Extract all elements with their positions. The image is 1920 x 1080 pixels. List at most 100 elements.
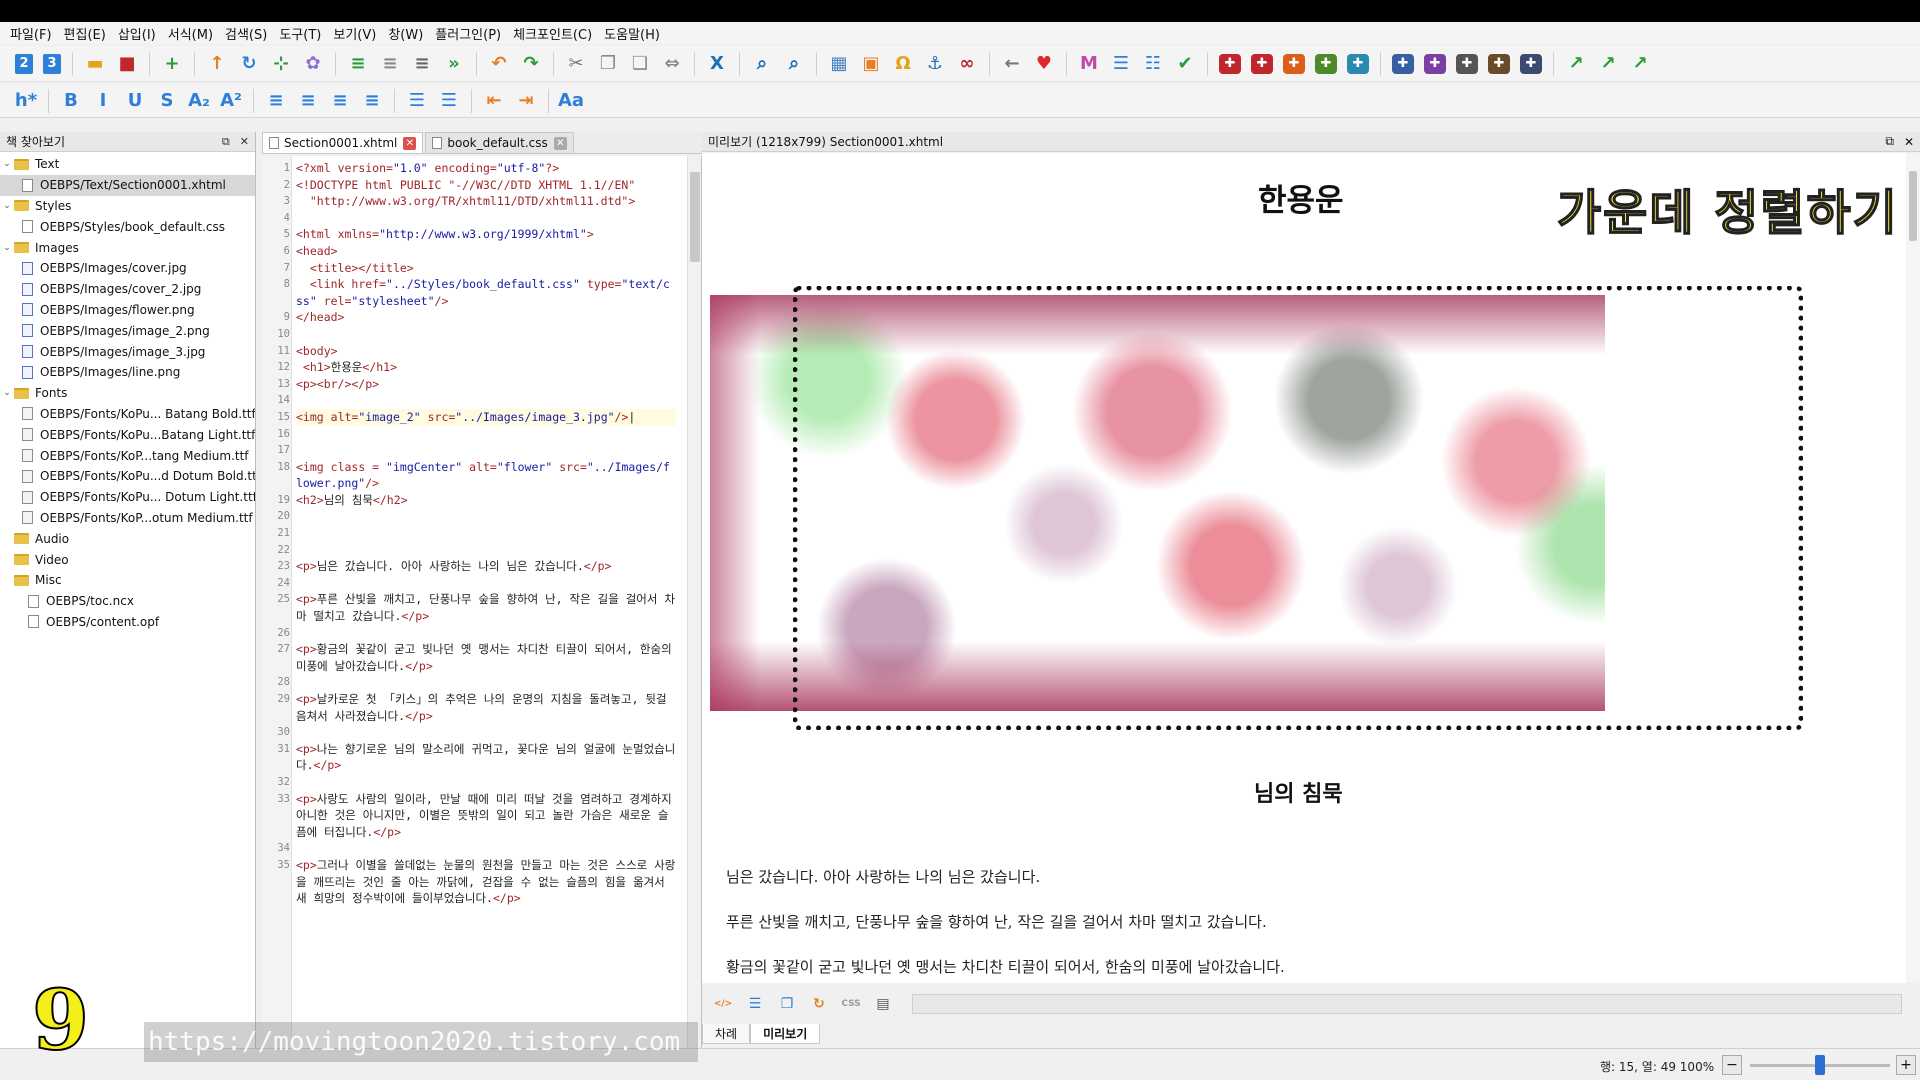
menu-item[interactable]: 검색(S) bbox=[219, 24, 273, 43]
code-line[interactable]: 34 bbox=[277, 840, 676, 857]
bold-button[interactable]: B bbox=[57, 87, 85, 115]
print-icon[interactable]: ▤ bbox=[870, 991, 896, 1017]
list-button[interactable]: ☰ bbox=[1107, 50, 1135, 78]
settings-button[interactable]: ✿ bbox=[299, 50, 327, 78]
split-button[interactable]: ≡ bbox=[344, 50, 372, 78]
insert-button[interactable]: ⊹ bbox=[267, 50, 295, 78]
tree-item[interactable]: OEBPS/Fonts/KoPu...Batang Light.ttf bbox=[0, 424, 255, 445]
copy-view-icon[interactable]: ❐ bbox=[774, 991, 800, 1017]
tree-item[interactable]: OEBPS/Fonts/KoPu... Batang Bold.ttf bbox=[0, 404, 255, 425]
code-line[interactable]: 9 </head> bbox=[284, 309, 676, 326]
tree-item[interactable]: OEBPS/Styles/book_default.css bbox=[0, 216, 255, 237]
tab-preview[interactable]: 미리보기 bbox=[750, 1024, 821, 1044]
tree-item[interactable]: ⌄ Fonts bbox=[0, 383, 255, 404]
tree-item[interactable]: Misc bbox=[0, 570, 255, 591]
metadata-button[interactable]: ▦ bbox=[825, 50, 853, 78]
number-2-button[interactable]: 2 bbox=[15, 53, 33, 74]
code-line[interactable]: 31 <p>나는 향기로운 님의 말소리에 귀먹고, 꽃다운 님의 얼굴에 눈멀었… bbox=[277, 741, 676, 774]
code-editor[interactable]: 1 <?xml version="1.0" encoding="utf-8"?> 2… bbox=[262, 156, 702, 1048]
align-left-button[interactable]: ≡ bbox=[262, 87, 290, 115]
code-line[interactable]: 13 <p><br/></p> bbox=[277, 376, 676, 393]
insert-image-button[interactable]: ▣ bbox=[857, 50, 885, 78]
tree-item[interactable]: OEBPS/Fonts/KoP...otum Medium.ttf bbox=[0, 508, 255, 529]
code-line[interactable]: 3 "http://www.w3.org/TR/xhtml11/DTD/xhtm… bbox=[284, 193, 676, 210]
heading-button[interactable]: h* bbox=[12, 87, 40, 115]
code-line[interactable]: 10 bbox=[277, 326, 676, 343]
merge-button[interactable]: ≡ bbox=[376, 50, 404, 78]
menu-item[interactable]: 도구(T) bbox=[273, 24, 327, 43]
tree-item[interactable]: OEBPS/Fonts/KoPu... Dotum Light.ttf bbox=[0, 487, 255, 508]
zoom-out-button[interactable]: − bbox=[1722, 1055, 1742, 1075]
tree-item[interactable]: OEBPS/Fonts/KoPu...d Dotum Bold.ttf bbox=[0, 466, 255, 487]
plugin-4-button[interactable]: ✚ bbox=[1315, 53, 1337, 74]
underline-button[interactable]: U bbox=[121, 87, 149, 115]
tree-item[interactable]: ⌄ Styles bbox=[0, 196, 255, 217]
align-center-button[interactable]: ≡ bbox=[294, 87, 322, 115]
code-line[interactable]: 30 bbox=[277, 724, 676, 741]
code-line[interactable]: 2 <!DOCTYPE html PUBLIC "-//W3C//DTD XHTM… bbox=[284, 177, 676, 194]
editor-tab[interactable]: book_default.css ✕ bbox=[425, 132, 574, 153]
code-line[interactable]: 6 <head> bbox=[284, 243, 676, 260]
close-tab-icon[interactable]: ✕ bbox=[403, 136, 417, 150]
plugin-5-button[interactable]: ✚ bbox=[1347, 53, 1369, 74]
tree-item[interactable]: OEBPS/Images/flower.png bbox=[0, 300, 255, 321]
checkpoint-2-button[interactable]: ↗ bbox=[1594, 50, 1622, 78]
editor-scrollbar[interactable] bbox=[687, 156, 701, 1048]
preview-pane[interactable]: 한용운 가운데 정렬하기 님의 침묵 님은 갔습니다. 아아 사랑하는 나의 님… bbox=[702, 153, 1920, 983]
code-line[interactable]: 8 <link href="../Styles/book_default.css… bbox=[284, 276, 676, 309]
find-next-button[interactable]: ⌕ bbox=[780, 50, 808, 78]
css-icon[interactable]: CSS bbox=[838, 991, 864, 1017]
redo-button[interactable]: ↷ bbox=[517, 50, 545, 78]
menu-item[interactable]: 체크포인트(C) bbox=[507, 24, 598, 43]
code-line[interactable]: 11 <body> bbox=[277, 343, 676, 360]
code-line[interactable]: 20 bbox=[277, 508, 676, 525]
plugin-8-button[interactable]: ✚ bbox=[1456, 53, 1478, 74]
code-line[interactable]: 32 bbox=[277, 774, 676, 791]
menu-item[interactable]: 편집(E) bbox=[58, 24, 112, 43]
meta-editor-button[interactable]: M bbox=[1075, 50, 1103, 78]
cut-button[interactable]: ✂ bbox=[562, 50, 590, 78]
number-3-button[interactable]: 3 bbox=[43, 53, 61, 74]
toc-edit-button[interactable]: ☷ bbox=[1139, 50, 1167, 78]
close-tag-button[interactable]: X bbox=[703, 50, 731, 78]
menu-item[interactable]: 창(W) bbox=[382, 24, 429, 43]
close-panel-icon[interactable]: ✕ bbox=[240, 135, 249, 148]
special-char-button[interactable]: Ω bbox=[889, 50, 917, 78]
tree-item[interactable]: OEBPS/Text/Section0001.xhtml bbox=[0, 174, 255, 196]
forward-button[interactable]: » bbox=[440, 50, 468, 78]
code-line[interactable]: 19 <h2>님의 침묵</h2> bbox=[277, 492, 676, 509]
editor-scroll-thumb[interactable] bbox=[690, 172, 700, 262]
checkpoint-3-button[interactable]: ↗ bbox=[1626, 50, 1654, 78]
list-view-icon[interactable]: ☰ bbox=[742, 991, 768, 1017]
justify-button[interactable]: ≡ bbox=[358, 87, 386, 115]
zoom-slider-thumb[interactable] bbox=[1815, 1055, 1825, 1075]
text-case-button[interactable]: Aa bbox=[557, 87, 585, 115]
plugin-9-button[interactable]: ✚ bbox=[1488, 53, 1510, 74]
italic-button[interactable]: I bbox=[89, 87, 117, 115]
arrow-up-button[interactable]: ↑ bbox=[203, 50, 231, 78]
tree-item[interactable]: OEBPS/content.opf bbox=[0, 612, 255, 633]
tree-item[interactable]: ⌄ Images bbox=[0, 237, 255, 258]
close-preview-icon[interactable]: ✕ bbox=[1904, 135, 1914, 149]
open-folder-button[interactable]: ▬ bbox=[81, 50, 109, 78]
plugin-10-button[interactable]: ✚ bbox=[1520, 53, 1542, 74]
subscript-button[interactable]: A₂ bbox=[185, 87, 213, 115]
code-line[interactable]: 29 <p>날카로운 첫 「키스」의 추억은 나의 운명의 지침을 돌려놓고, 뒷… bbox=[277, 691, 676, 724]
menu-item[interactable]: 도움말(H) bbox=[598, 24, 666, 43]
code-line[interactable]: 1 <?xml version="1.0" encoding="utf-8"?> bbox=[284, 160, 676, 177]
preview-address-field[interactable] bbox=[912, 994, 1902, 1014]
menu-item[interactable]: 파일(F) bbox=[4, 24, 58, 43]
tree-item[interactable]: OEBPS/toc.ncx bbox=[0, 591, 255, 612]
code-line[interactable]: 5 <html xmlns="http://www.w3.org/1999/xht… bbox=[284, 226, 676, 243]
spellcheck-button[interactable]: ✔ bbox=[1171, 50, 1199, 78]
code-line[interactable]: 16 bbox=[277, 426, 676, 443]
close-tab-icon[interactable]: ✕ bbox=[553, 136, 567, 150]
code-line[interactable]: 15 <img alt="image_2" src="../Images/imag… bbox=[277, 408, 676, 426]
code-line[interactable]: 28 bbox=[277, 674, 676, 691]
code-line[interactable]: 23 <p>님은 갔습니다. 아아 사랑하는 나의 님은 갔습니다.</p> bbox=[277, 558, 676, 575]
code-line[interactable]: 33 <p>사랑도 사람의 일이라, 만날 때에 미리 떠날 것을 염려하고 경계… bbox=[277, 791, 676, 841]
code-line[interactable]: 14 bbox=[277, 392, 676, 409]
bullet-list-button[interactable]: ☰ bbox=[403, 87, 431, 115]
link-code-button[interactable]: ⇔ bbox=[658, 50, 686, 78]
paste-button[interactable]: ❏ bbox=[626, 50, 654, 78]
